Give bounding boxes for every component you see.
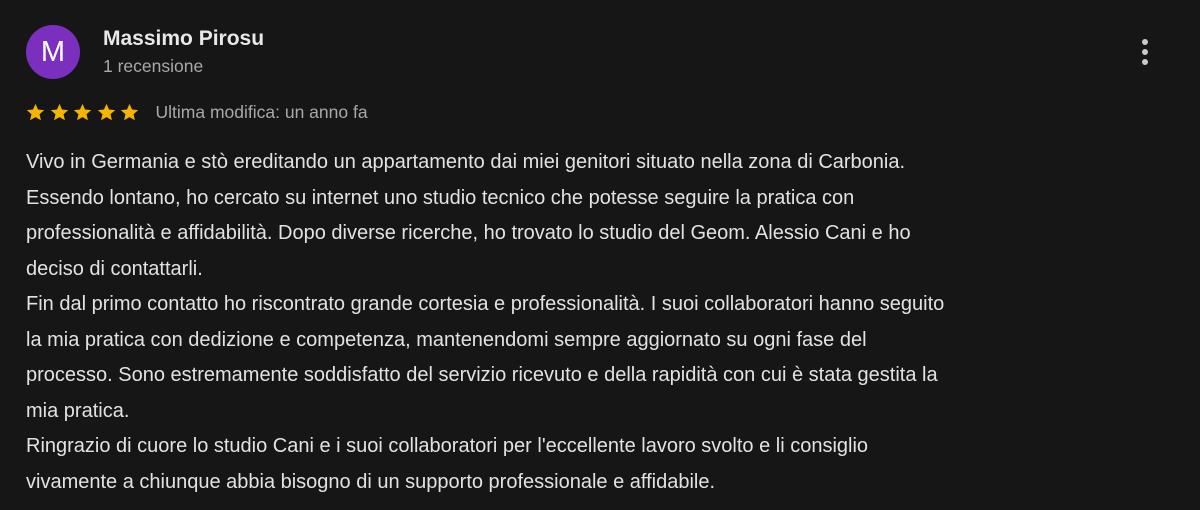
more-vert-icon <box>1142 39 1148 65</box>
review-text-line: professionalità e affidabilità. Dopo div… <box>26 222 911 244</box>
review-text-line: Ringrazio di cuore lo studio Cani e i su… <box>26 435 869 457</box>
star-icon <box>26 103 45 120</box>
review-text: Vivo in Germania e stò ereditando un app… <box>26 145 1176 500</box>
review-card: M Massimo Pirosu 1 recensione Ultima mod… <box>0 0 1200 510</box>
rating-row: Ultima modifica: un anno fa <box>25 98 368 126</box>
review-text-line: vivamente a chiunque abbia bisogno di un… <box>26 470 716 493</box>
review-count: 1 recensione <box>103 56 204 76</box>
edited-timestamp: Ultima modifica: un anno fa <box>155 101 368 122</box>
star-icon <box>50 103 68 120</box>
review-text-line: Fin dal primo contatto ho riscontrato gr… <box>26 293 945 315</box>
more-options-button[interactable] <box>1128 34 1162 70</box>
review-text-line: mia pratica. <box>26 399 130 422</box>
star-rating <box>25 102 143 123</box>
star-icon <box>120 103 139 120</box>
review-text-line: Essendo lontano, ho cercato su internet … <box>26 186 855 209</box>
review-text-line: processo. Sono estremamente soddisfatto … <box>26 364 938 386</box>
avatar[interactable]: M <box>26 25 80 79</box>
star-icon <box>73 103 92 120</box>
review-text-line: Vivo in Germania e stò ereditando un app… <box>26 151 906 173</box>
avatar-initial: M <box>40 35 66 68</box>
review-text-line: deciso di contattarli. <box>26 257 203 280</box>
star-icon <box>97 103 115 120</box>
review-text-line: la mia pratica con dedizione e competenz… <box>26 328 867 351</box>
author-name[interactable]: Massimo Pirosu <box>103 27 264 51</box>
